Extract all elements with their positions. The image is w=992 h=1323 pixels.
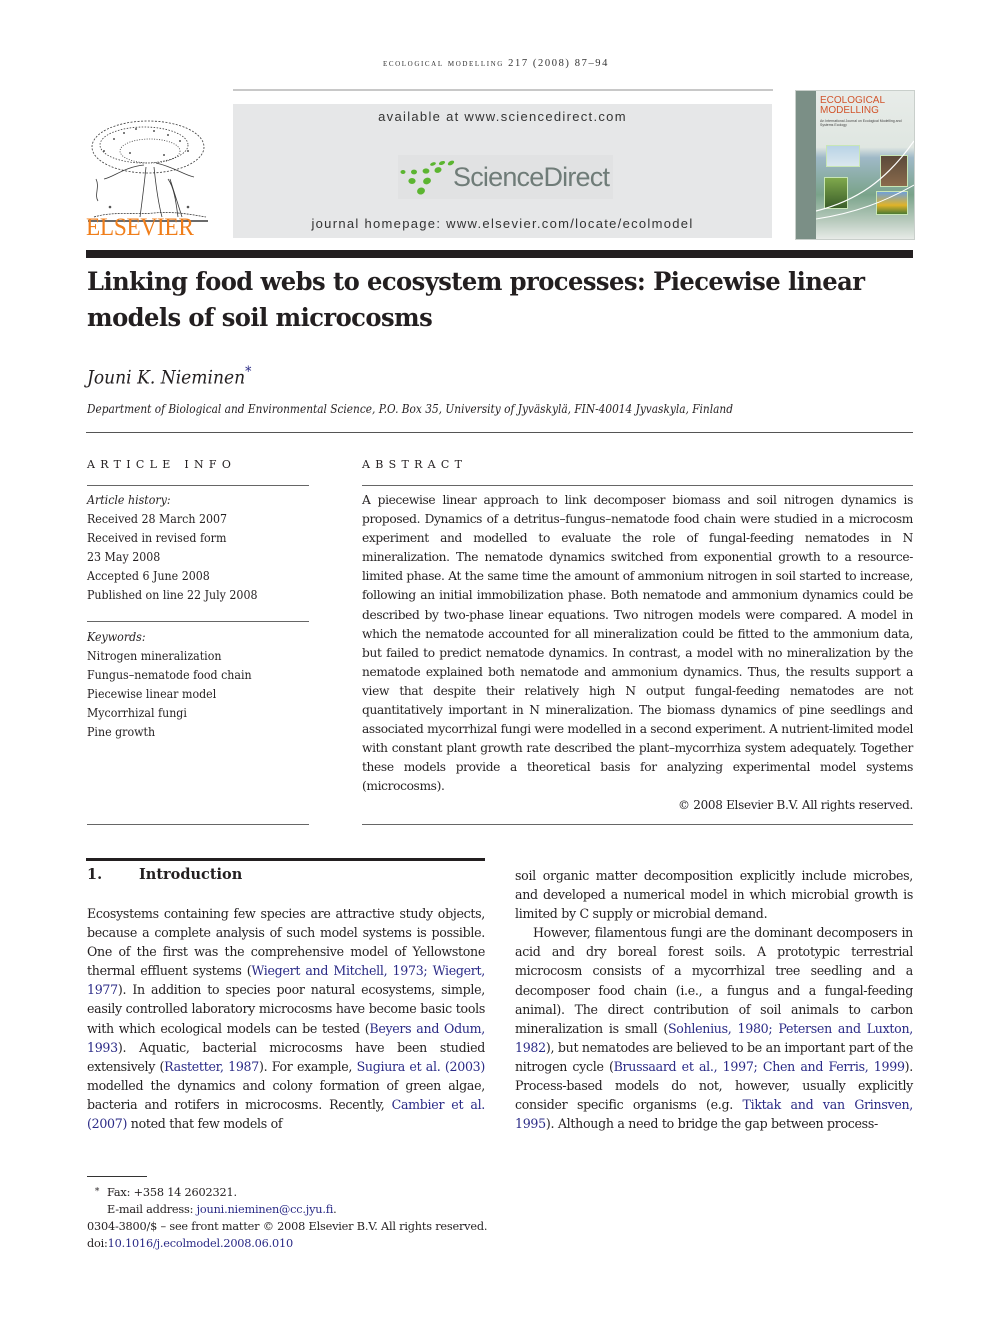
author-name-text: Jouni K. Nieminen: [87, 366, 246, 389]
abstract-copyright: © 2008 Elsevier B.V. All rights reserved…: [678, 798, 913, 812]
article-history-label: Article history:: [87, 493, 171, 507]
email-label: E-mail address:: [107, 1203, 197, 1216]
keyword-item: Piecewise linear model: [87, 687, 217, 701]
keyword-item: Mycorrhizal fungi: [87, 706, 187, 720]
front-matter: 0304-3800/$ – see front matter © 2008 El…: [87, 1220, 488, 1233]
citation-link[interactable]: Sugiura et al. (2003): [357, 1059, 486, 1074]
running-head: ecological modelling 217 (2008) 87–94: [382, 58, 609, 69]
cover-subtitle: An International Journal on Ecological M…: [820, 119, 902, 127]
cover-title-line2: MODELLING: [820, 105, 879, 116]
keywords-label: Keywords:: [87, 630, 146, 644]
article-info-heading: ARTICLE INFO: [87, 458, 237, 471]
article-info-rule-top: [87, 485, 309, 486]
section-number: 1.: [87, 866, 103, 883]
history-revised-date: 23 May 2008: [87, 550, 161, 564]
abstract-rule-top: [362, 485, 913, 486]
available-at-link[interactable]: available at www.sciencedirect.com: [233, 109, 772, 124]
body-column-right: soil organic matter decomposition explic…: [515, 866, 913, 1133]
article-title: Linking food webs to ecosystem processes…: [87, 267, 865, 333]
doi-label: doi:: [87, 1237, 108, 1250]
doi-link[interactable]: 10.1016/j.ecolmodel.2008.06.010: [108, 1237, 294, 1250]
intro-paragraph-2: However, filamentous fungi are the domin…: [515, 923, 913, 1133]
footnote-email: E-mail address: jouni.nieminen@cc.jyu.fi…: [87, 1201, 487, 1218]
fax-text: Fax: +358 14 2602321.: [107, 1186, 237, 1199]
journal-homepage-link[interactable]: journal homepage: www.elsevier.com/locat…: [233, 216, 772, 231]
abstract-text: A piecewise linear approach to link deco…: [362, 493, 913, 794]
header-rule: [233, 89, 773, 91]
body-text: ). For example,: [258, 1058, 357, 1074]
footnotes: * Fax: +358 14 2602321. E-mail address: j…: [87, 1184, 487, 1252]
citation-link[interactable]: Brussaard et al., 1997; Chen and Ferris,…: [614, 1059, 905, 1074]
author-name: Jouni K. Nieminen*: [87, 364, 251, 388]
article-info-rule-mid: [87, 621, 309, 622]
keyword-item: Fungus–nematode food chain: [87, 668, 252, 682]
email-link[interactable]: jouni.nieminen@cc.jyu.fi: [197, 1203, 334, 1216]
intro-paragraph-1: Ecosystems containing few species are at…: [87, 904, 485, 1133]
footnote-rule: [87, 1176, 147, 1177]
sciencedirect-wordmark: ScienceDirect: [453, 162, 610, 192]
abstract-rule-bottom: [362, 824, 913, 825]
article-history: Article history: Received 28 March 2007 …: [87, 491, 291, 605]
author-affiliation: Department of Biological and Environment…: [87, 402, 733, 416]
body-column-left: Ecosystems containing few species are at…: [87, 904, 485, 1133]
abstract-heading: ABSTRACT: [362, 458, 468, 471]
intro-paragraph-1-continued: soil organic matter decomposition explic…: [515, 868, 913, 922]
body-text: ). Although a need to bridge the gap bet…: [545, 1116, 878, 1132]
sciencedirect-dots-icon: [400, 160, 455, 195]
keywords: Keywords: Nitrogen mineralization Fungus…: [87, 628, 291, 742]
cover-title: ECOLOGICAL MODELLING: [820, 96, 885, 116]
cover-curve-lines: [816, 140, 914, 220]
section-heading-introduction: 1. Introduction: [87, 866, 242, 883]
body-text: However, filamentous fungi are the domin…: [515, 925, 913, 1036]
footnote-fax: * Fax: +358 14 2602321.: [87, 1184, 487, 1201]
doi-line: doi:10.1016/j.ecolmodel.2008.06.010: [87, 1235, 487, 1252]
elsevier-wordmark: ELSEVIER: [86, 214, 194, 241]
title-rule: [86, 250, 913, 258]
history-accepted: Accepted 6 June 2008: [87, 569, 210, 583]
history-published: Published on line 22 July 2008: [87, 588, 258, 602]
footnote-star: *: [94, 1187, 100, 1197]
introduction-rule: [86, 858, 485, 861]
journal-cover-image[interactable]: ECOLOGICAL MODELLING An International Jo…: [795, 90, 915, 240]
citation-link[interactable]: Rastetter, 1987: [164, 1059, 259, 1074]
section-title: Introduction: [139, 866, 243, 883]
history-received: Received 28 March 2007: [87, 512, 228, 526]
author-footnote-mark[interactable]: *: [245, 364, 251, 380]
keyword-item: Pine growth: [87, 725, 156, 739]
cover-side-strip: [796, 91, 816, 239]
affiliation-rule: [86, 432, 913, 433]
body-text: noted that few models of: [127, 1116, 283, 1132]
article-info-rule-bottom: [87, 824, 309, 825]
email-end: .: [333, 1203, 337, 1216]
history-revised: Received in revised form: [87, 531, 227, 545]
keyword-item: Nitrogen mineralization: [87, 649, 222, 663]
